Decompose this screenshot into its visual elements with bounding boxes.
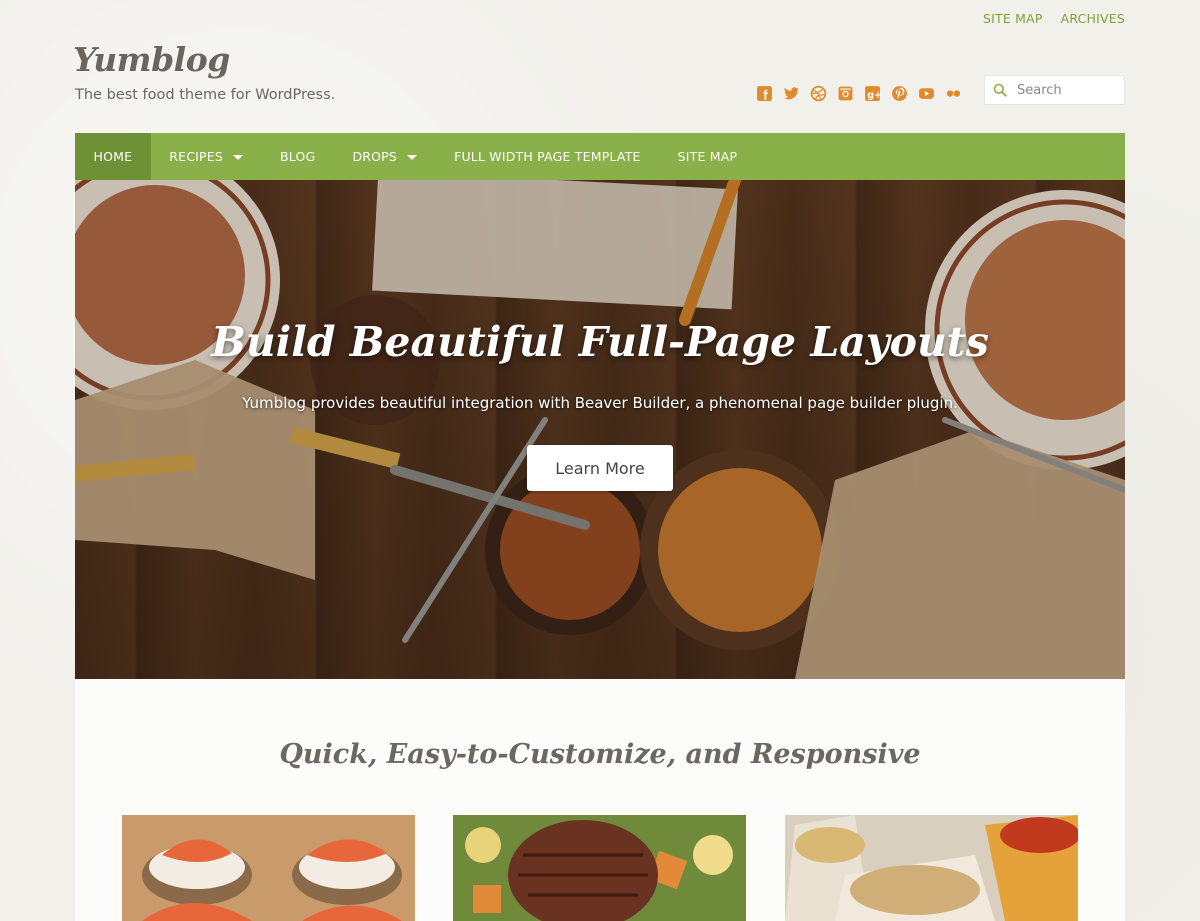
facebook-icon[interactable] bbox=[755, 84, 773, 102]
hero-banner: Build Beautiful Full-Page Layouts Yumblo… bbox=[75, 180, 1125, 679]
search-icon[interactable] bbox=[985, 83, 1015, 97]
nav-item-label: DROPS bbox=[352, 149, 398, 164]
nav-item-label: SITE MAP bbox=[677, 149, 738, 164]
site-tagline: The best food theme for WordPress. bbox=[75, 87, 336, 103]
nav-item-label: HOME bbox=[93, 149, 133, 164]
nav-item-recipes[interactable]: RECIPES bbox=[151, 133, 262, 180]
top-link-site-map[interactable]: SITE MAP bbox=[983, 11, 1043, 26]
feature-image-roast[interactable] bbox=[453, 815, 746, 921]
nav-item-site-map[interactable]: SITE MAP bbox=[659, 133, 756, 180]
search-box[interactable] bbox=[984, 75, 1125, 105]
youtube-icon[interactable] bbox=[917, 84, 935, 102]
social-icons: g+ bbox=[755, 84, 962, 102]
nav-item-drops[interactable]: DROPS bbox=[334, 133, 436, 180]
nav-item-blog[interactable]: BLOG bbox=[262, 133, 334, 180]
twitter-icon[interactable] bbox=[782, 84, 800, 102]
section-title: Quick, Easy-to-Customize, and Responsive bbox=[279, 739, 921, 770]
nav-item-full-width[interactable]: FULL WIDTH PAGE TEMPLATE bbox=[436, 133, 660, 180]
dribbble-icon[interactable] bbox=[809, 84, 827, 102]
instagram-icon[interactable] bbox=[836, 84, 854, 102]
hero-title: Build Beautiful Full-Page Layouts bbox=[211, 318, 989, 366]
main-nav: HOME RECIPES BLOG DROPS FULL WIDTH PAGE … bbox=[75, 133, 1125, 180]
flickr-icon[interactable] bbox=[944, 84, 962, 102]
learn-more-button[interactable]: Learn More bbox=[527, 445, 673, 491]
chevron-down-icon bbox=[407, 154, 418, 160]
feature-image-salmon[interactable] bbox=[122, 815, 415, 921]
features-section: Quick, Easy-to-Customize, and Responsive bbox=[75, 679, 1125, 921]
nav-item-label: FULL WIDTH PAGE TEMPLATE bbox=[454, 149, 641, 164]
search-input[interactable] bbox=[1015, 81, 1119, 99]
svg-text:g+: g+ bbox=[867, 89, 881, 100]
top-link-archives[interactable]: ARCHIVES bbox=[1061, 11, 1125, 26]
site-logo[interactable]: Yumblog bbox=[73, 40, 230, 79]
nav-item-label: RECIPES bbox=[169, 149, 224, 164]
hero-subtitle: Yumblog provides beautiful integration w… bbox=[242, 394, 958, 412]
chevron-down-icon bbox=[233, 154, 244, 160]
hero-background-image bbox=[75, 180, 1125, 679]
top-links: SITE MAP ARCHIVES bbox=[983, 11, 1125, 26]
nav-item-home[interactable]: HOME bbox=[75, 133, 151, 180]
feature-image-grains[interactable] bbox=[785, 815, 1078, 921]
nav-item-label: BLOG bbox=[280, 149, 316, 164]
google-plus-icon[interactable]: g+ bbox=[863, 84, 881, 102]
pinterest-icon[interactable] bbox=[890, 84, 908, 102]
